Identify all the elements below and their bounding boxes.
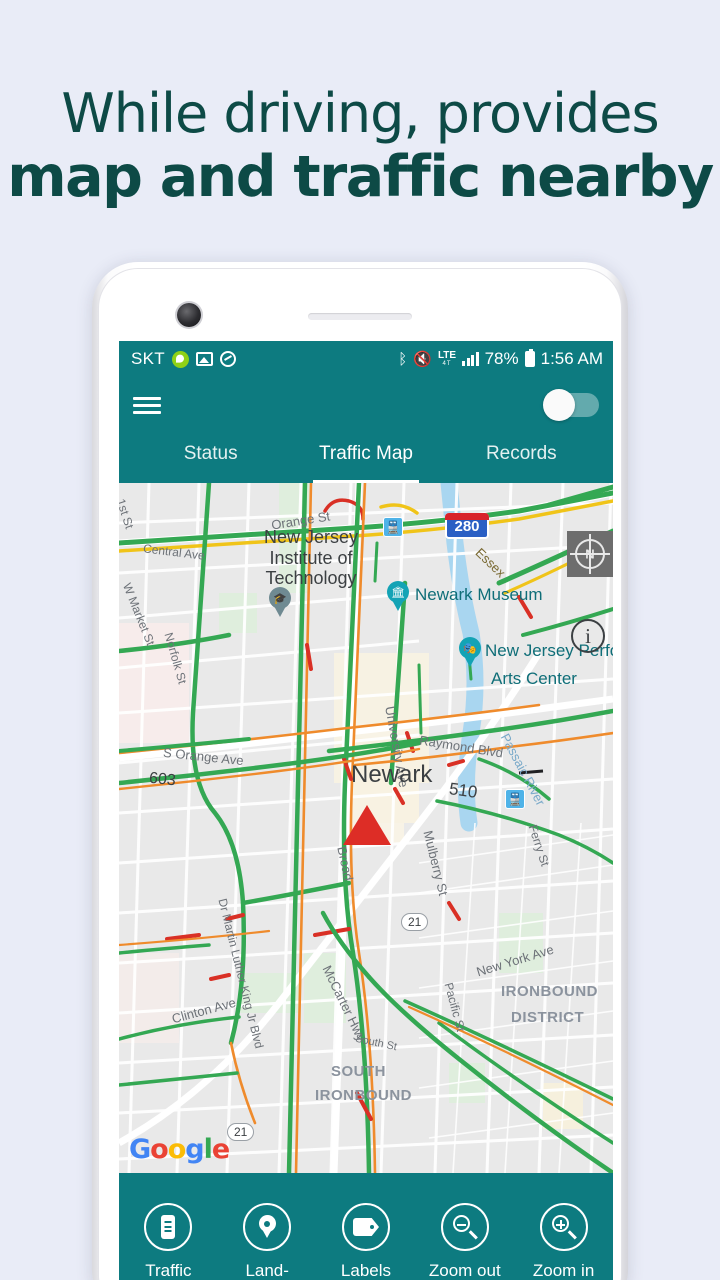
compass-control[interactable]: N [567,531,613,577]
tab-records[interactable]: Records [444,425,599,483]
google-logo: Google [129,1134,230,1165]
tool-landmark[interactable]: Land- [223,1203,311,1280]
tool-zoom-in[interactable]: Zoom in [520,1203,608,1280]
tab-bar: Status Traffic Map Records [133,425,599,483]
phone-mockup: SKT ᛒ 🔇 LTE 4T 78% 1:56 AM Status Traffi… [92,262,628,1280]
promo-headline: While driving, provides map and traffic … [0,82,720,211]
tool-label: Land- [245,1261,289,1280]
tool-labels[interactable]: Labels [322,1203,410,1280]
battery-percent-label: 78% [484,349,519,368]
magnifier-minus-icon [452,1214,478,1240]
tool-label: Zoom out [428,1261,501,1280]
rail-station-icon: 🚆 [505,789,525,809]
service-toggle[interactable] [543,389,599,421]
poi-pin-newark-museum[interactable]: 🏛 [387,581,409,611]
app-bar: Status Traffic Map Records [119,377,613,483]
carrier-label: SKT [131,349,165,368]
map-tools-bar: Traffic Land- Labels Zoom out Zoom in [119,1173,613,1280]
route-shield-280: 280 [445,513,489,539]
poi-pin-njpac[interactable]: 🎭 [459,637,481,667]
tool-label: Zoom in [532,1261,595,1280]
route-shield-21: 21 [401,913,429,931]
bluetooth-icon: ᛒ [398,350,408,368]
route-shield-21-lower: 21 [227,1123,255,1141]
tool-traffic[interactable]: Traffic [124,1203,212,1280]
location-pin-icon [171,350,189,368]
phone-bezel: SKT ᛒ 🔇 LTE 4T 78% 1:56 AM Status Traffi… [98,268,622,1280]
mute-icon: 🔇 [413,351,432,368]
poi-pin-njit[interactable]: 🎓 [269,587,291,617]
map-info-button[interactable]: i [571,619,605,653]
front-camera-icon [177,303,201,327]
traffic-light-icon [161,1215,176,1239]
label-tag-icon [352,1218,379,1236]
toggle-knob [543,389,575,421]
signal-strength-icon [462,352,479,366]
earpiece-speaker [308,313,412,320]
current-location-arrow [343,805,391,845]
tool-label: Labels [340,1261,392,1280]
phone-screen: SKT ᛒ 🔇 LTE 4T 78% 1:56 AM Status Traffi… [119,341,613,1280]
data-saver-icon [219,351,236,367]
landmark-pin-icon [258,1215,276,1239]
tool-label: Traffic [145,1261,192,1280]
status-bar: SKT ᛒ 🔇 LTE 4T 78% 1:56 AM [119,341,613,377]
magnifier-plus-icon [551,1214,577,1240]
hamburger-menu-icon[interactable] [133,393,161,418]
compass-north-label: N [585,546,595,562]
battery-icon [524,349,535,367]
rail-station-icon: 🚆 [383,517,403,537]
tab-traffic-map[interactable]: Traffic Map [288,425,443,483]
gallery-image-icon [195,352,213,366]
network-type-icon: LTE 4T [437,350,457,368]
headline-line-1: While driving, provides [61,82,659,145]
traffic-map[interactable]: 1st St Central Ave W Market St Norfolk S… [119,483,613,1173]
headline-line-2: map and traffic nearby [7,144,714,211]
clock-label: 1:56 AM [540,349,603,368]
tool-zoom-out[interactable]: Zoom out [421,1203,509,1280]
tab-status[interactable]: Status [133,425,288,483]
